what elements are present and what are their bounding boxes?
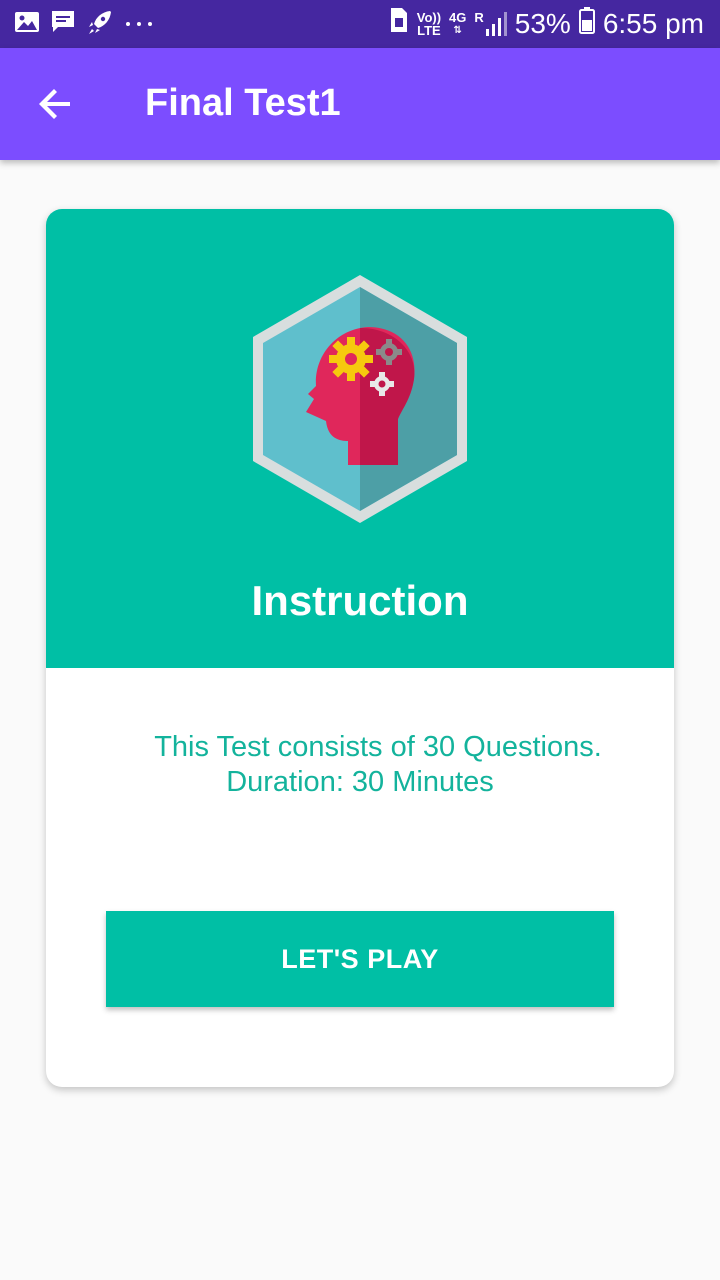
app-bar: Final Test1 bbox=[0, 48, 720, 160]
signal-icon: R bbox=[474, 11, 507, 37]
network-type-indicator: 4G ⇅ bbox=[449, 9, 467, 36]
card-header: Instruction bbox=[46, 209, 674, 668]
page-title: Final Test1 bbox=[145, 82, 341, 124]
battery-icon bbox=[578, 6, 595, 41]
gallery-icon bbox=[14, 10, 40, 39]
card-heading: Instruction bbox=[251, 577, 469, 624]
battery-percent: 53% bbox=[514, 7, 571, 39]
lets-play-button[interactable]: LET'S PLAY bbox=[106, 911, 614, 1007]
arrow-left-icon bbox=[38, 86, 74, 127]
volte-indicator: Vo)) LTE bbox=[416, 9, 442, 38]
instruction-card: Instruction This Test consists of 30 Que… bbox=[46, 209, 674, 1087]
clock: 6:55 pm bbox=[602, 7, 704, 39]
duration-text: Duration: 30 Minutes bbox=[226, 766, 494, 798]
more-dots-icon bbox=[124, 16, 154, 34]
question-count-text: This Test consists of 30 Questions. bbox=[154, 731, 602, 763]
sim-icon bbox=[389, 6, 409, 41]
back-button[interactable] bbox=[28, 78, 84, 134]
rocket-icon bbox=[86, 8, 114, 41]
status-bar: Vo)) LTE 4G ⇅ R 53% 6:55 pm bbox=[0, 0, 720, 48]
brain-gears-hexagon-icon bbox=[248, 271, 472, 527]
message-icon bbox=[50, 9, 76, 40]
